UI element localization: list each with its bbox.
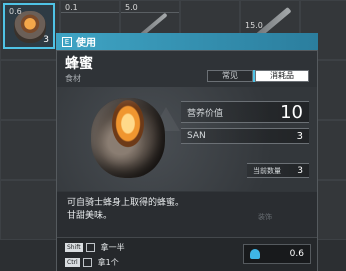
hint-label: 拿一半 <box>100 243 125 252</box>
slot-weight: 0.1 <box>65 3 78 12</box>
inventory-slot[interactable] <box>0 180 60 240</box>
slot-weight: 15.0 <box>245 21 263 30</box>
quantity-stat: 当前数量 3 <box>247 163 309 178</box>
san-label: SAN <box>187 131 206 141</box>
hint-take-one[interactable]: Ctrl 拿1个 <box>65 257 119 268</box>
slot-count: 3 <box>43 35 49 45</box>
tag-consumable[interactable]: 消耗品 <box>255 70 309 82</box>
slot-weight: 5.0 <box>125 3 138 12</box>
use-action-bar[interactable]: E 使用 <box>56 33 318 50</box>
item-tag-tabs: 常见 消耗品 <box>207 70 309 82</box>
tooltip-header: 蜂蜜 食材 常见 消耗品 <box>57 51 317 87</box>
ctrl-key-icon: Ctrl <box>65 258 80 267</box>
item-description: 可自骑士蜂身上取得的蜂蜜。 甘甜美味。 装饰 <box>57 192 317 237</box>
honey-jar-image <box>91 98 165 178</box>
weight-indicator: 0.6 <box>243 244 311 264</box>
slot-weight: 0.6 <box>9 7 22 16</box>
nutrition-label: 营养价值 <box>187 108 224 119</box>
shift-key-icon: Shift <box>65 243 83 252</box>
use-label: 使用 <box>76 38 96 49</box>
item-tooltip-panel: 蜂蜜 食材 常见 消耗品 营养价值 10 SAN 3 当前数量 3 可自骑士蜂身… <box>56 50 318 271</box>
hint-take-half[interactable]: Shift 拿一半 <box>65 242 125 253</box>
inventory-slot[interactable] <box>0 120 60 180</box>
selected-slot-frame[interactable]: 0.6 3 <box>3 3 55 49</box>
tag-common[interactable]: 常见 <box>207 70 253 82</box>
description-line: 可自骑士蜂身上取得的蜂蜜。 <box>67 198 185 208</box>
inventory-slot[interactable]: 0.6 3 <box>0 0 60 60</box>
key-hints: Shift 拿一半 Ctrl 拿1个 0.6 <box>57 237 317 271</box>
weight-icon <box>250 249 260 259</box>
quantity-value: 3 <box>297 165 303 176</box>
faded-label: 装饰 <box>258 213 272 221</box>
weight-value: 0.6 <box>289 249 304 259</box>
hint-label: 拿1个 <box>97 258 119 267</box>
san-value: 3 <box>296 130 303 142</box>
mouse-icon <box>85 243 95 252</box>
use-key-hint: E <box>62 36 72 47</box>
item-name: 蜂蜜 <box>65 56 93 72</box>
item-type: 食材 <box>65 74 81 83</box>
nutrition-stat: 营养价值 10 <box>181 101 309 123</box>
san-stat: SAN 3 <box>181 128 309 144</box>
mouse-icon <box>82 258 92 267</box>
nutrition-value: 10 <box>280 101 303 123</box>
inventory-slot[interactable] <box>0 60 60 120</box>
quantity-label: 当前数量 <box>253 166 281 175</box>
